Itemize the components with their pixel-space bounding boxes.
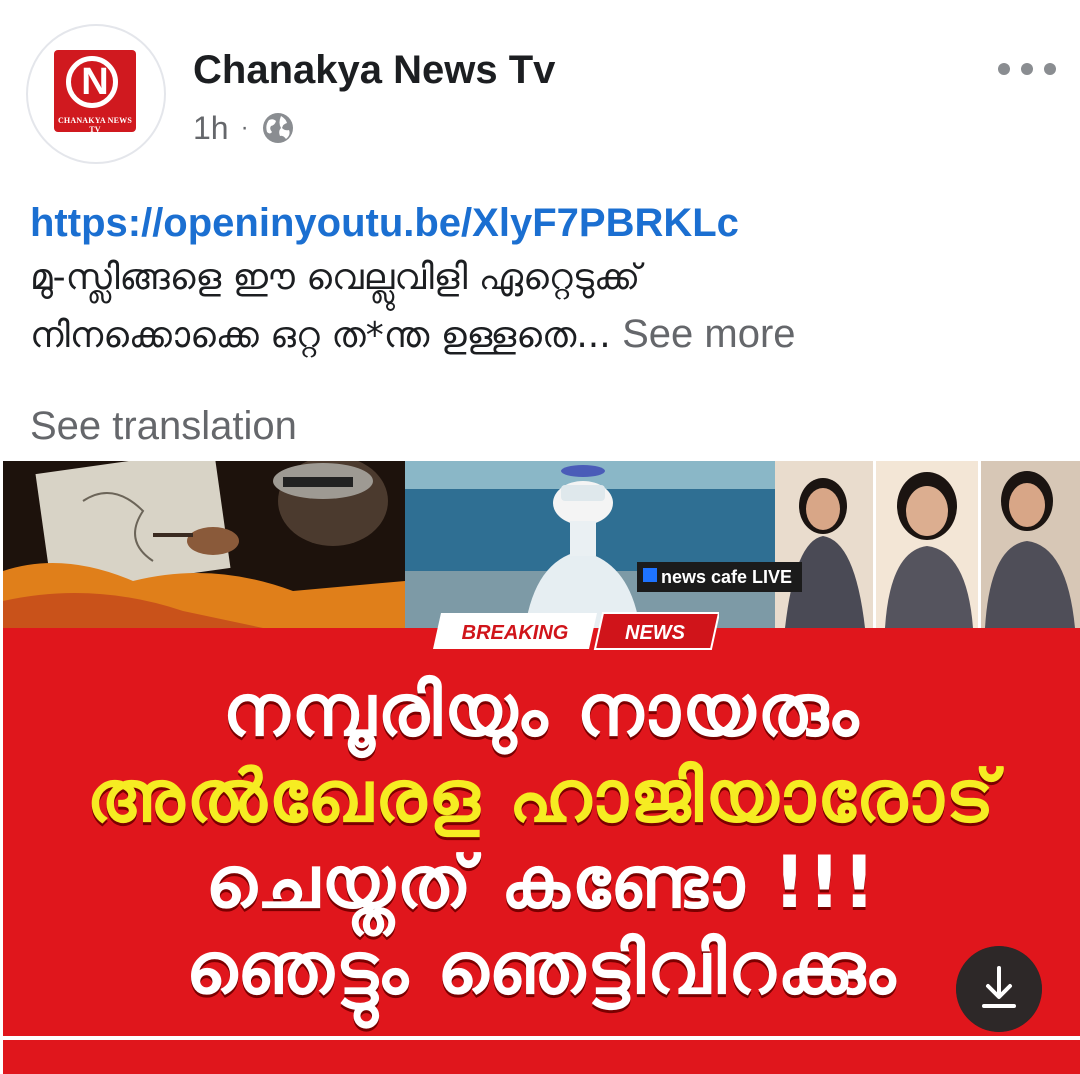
download-icon[interactable] <box>956 946 1042 1032</box>
news-cafe-live-tag: news cafe LIVE <box>637 562 803 592</box>
post-meta: 1h · <box>193 108 295 148</box>
headline-line-4: ഞെട്ടും ഞെട്ടിവിറക്കും <box>185 926 898 1010</box>
page-name[interactable]: Chanakya News Tv <box>193 48 555 93</box>
link-thumbnail[interactable]: news cafe LIVE BREAKING NEWS നമ്പൂരിയും … <box>3 461 1080 1074</box>
thumbnail-photo-painting <box>3 461 405 628</box>
logo-caption: CHANAKYA NEWS TV <box>57 116 133 134</box>
chanakya-logo: N CHANAKYA NEWS TV <box>54 50 136 134</box>
headline-line-3: ചെയ്തത് കണ്ടോ !!! <box>205 840 878 924</box>
meta-separator: · <box>240 114 249 141</box>
see-translation-link[interactable]: See translation <box>30 404 297 449</box>
post-body-line-2-text: നിനക്കൊക്കെ ഒറ്റ ത*ന്ത ഉള്ളതെ... <box>30 315 611 356</box>
more-dot <box>1021 63 1033 75</box>
see-more-link[interactable]: See more <box>622 312 795 356</box>
post-body-line-2: നിനക്കൊക്കെ ഒറ്റ ത*ന്ത ഉള്ളതെ... See mor… <box>30 306 1060 364</box>
post-link[interactable]: https://openinyoutu.be/XlyF7PBRKLc <box>30 196 1060 250</box>
post-text: https://openinyoutu.be/XlyF7PBRKLc മു-സ്… <box>30 196 1060 364</box>
thumbnail-photo-woman <box>775 461 1080 628</box>
post-body-line-1: മു-സ്ലിങ്ങളെ ഈ വെല്ലുവിളി ഏറ്റെടുക്ക് <box>30 257 641 298</box>
headline-area: നമ്പൂരിയും നായരും അൽഖേരള ഹാജിയാരോട് ചെയ്… <box>3 628 1080 1074</box>
more-options-icon[interactable] <box>998 56 1056 82</box>
headline-line-2: അൽഖേരള ഹാജിയാരോട് <box>86 754 997 838</box>
globe-icon <box>262 113 293 143</box>
more-dot <box>998 63 1010 75</box>
more-dot <box>1044 63 1056 75</box>
thumbnail-photo-news-cafe <box>405 461 775 628</box>
page-avatar[interactable]: N CHANAKYA NEWS TV <box>26 24 166 164</box>
post-header: N CHANAKYA NEWS TV Chanakya News Tv 1h · <box>0 0 1080 170</box>
headline-line-1: നമ്പൂരിയും നായരും <box>222 668 861 752</box>
post-timestamp[interactable]: 1h <box>193 110 229 147</box>
live-tag-text: news cafe LIVE <box>661 567 793 587</box>
bottom-stripe <box>3 1036 1080 1074</box>
live-tag-square <box>643 568 657 582</box>
logo-letter: N <box>81 61 109 103</box>
photo-strip: news cafe LIVE <box>3 461 1080 628</box>
